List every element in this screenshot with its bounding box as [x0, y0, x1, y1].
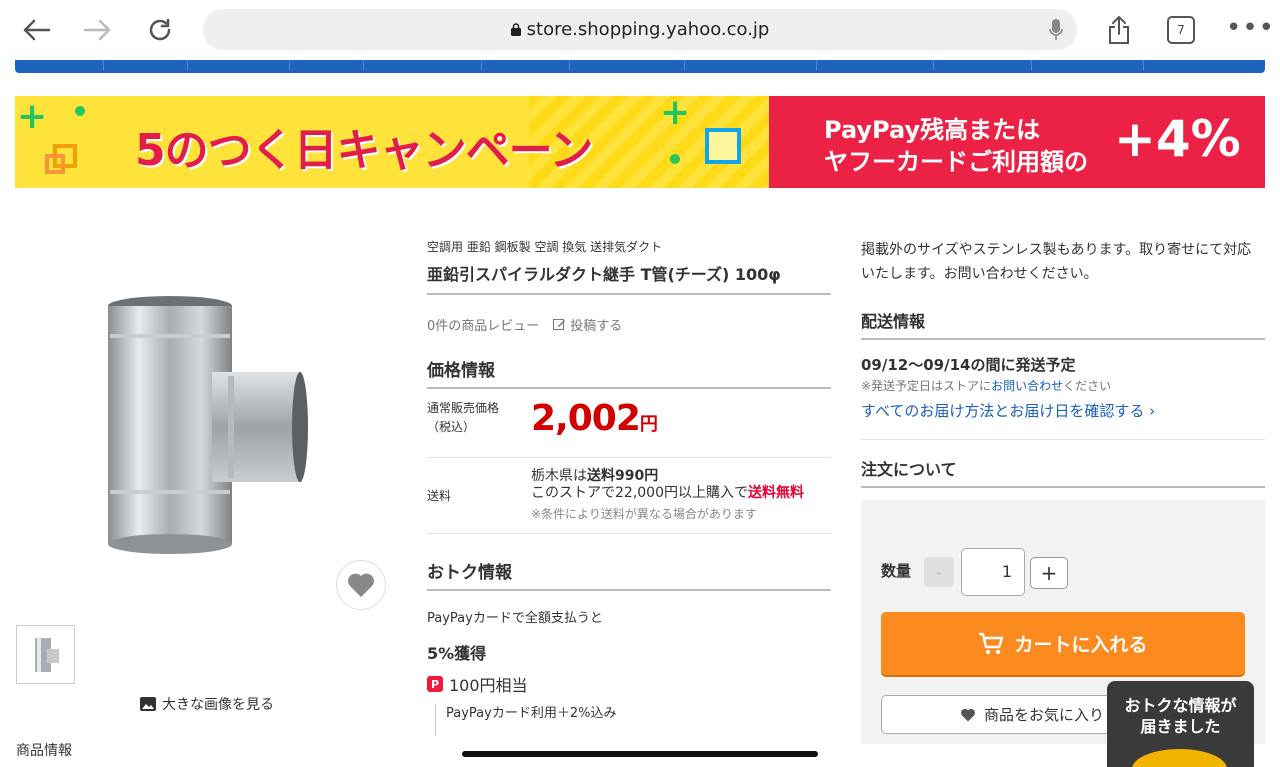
- product-thumbnail[interactable]: [16, 625, 75, 684]
- reload-icon[interactable]: [142, 12, 178, 48]
- quantity-input[interactable]: 1: [961, 548, 1025, 596]
- paypay-breakdown: PayPayカード利用＋2%込み: [435, 704, 831, 736]
- product-category-path: 空調用 亜鉛 鋼板製 空調 換気 送排気ダクト: [427, 240, 663, 254]
- plus-deco-icon: +: [660, 96, 691, 133]
- shipping-fee: 送料990円: [587, 468, 659, 484]
- ship-date-note: ※発送予定日はストアにお問い合わせください: [861, 377, 1265, 394]
- add-to-cart-button[interactable]: カートに入れる: [881, 612, 1245, 675]
- banner-paypay-line2: ヤフーカードご利用額の: [824, 148, 1088, 176]
- price-label-line2: （税込）: [427, 420, 476, 434]
- shipping-row: 送料 栃木県は送料990円 このストアで22,000円以上購入で送料無料 ※条件…: [427, 458, 831, 534]
- shipping-note: ※条件により送料が異なる場合があります: [531, 507, 757, 521]
- delivery-methods-label: すべてのお届け方法とお届け日を確認する: [861, 402, 1145, 420]
- review-row: 0件の商品レビュー 投稿する: [427, 315, 831, 334]
- price-amount: 2,002: [531, 398, 641, 439]
- image-icon: [140, 697, 156, 711]
- view-large-label: 大きな画像を見る: [162, 697, 274, 713]
- free-shipping-condition: このストアで22,000円以上購入で: [531, 485, 748, 501]
- product-info-column: 空調用 亜鉛 鋼板製 空調 換気 送排気ダクト 亜鉛引スパイラルダクト継手 T管…: [427, 238, 831, 736]
- banner-right: PayPay残高または ヤフーカードご利用額の +4%: [769, 96, 1265, 188]
- favorite-heart-button[interactable]: [336, 560, 386, 610]
- square-deco-icon: [705, 128, 741, 164]
- chevron-right-icon: ›: [1149, 402, 1156, 420]
- share-icon[interactable]: [1101, 12, 1137, 48]
- browser-toolbar: store.shopping.yahoo.co.jp 7 •••: [0, 0, 1280, 60]
- ship-note-prefix: ※発送予定日はストアに: [861, 379, 992, 393]
- price-label: 通常販売価格 （税込）: [427, 399, 531, 445]
- price-value: 2,002円: [531, 398, 658, 445]
- store-notice: 掲載外のサイズやステンレス製もあります。取り寄せにて対応いたします。お問い合わせ…: [861, 242, 1252, 282]
- shipping-body: 栃木県は送料990円 このストアで22,000円以上購入で送料無料 ※条件により…: [531, 468, 804, 523]
- cart-icon: [979, 632, 1004, 654]
- square-deco-icon: [45, 154, 65, 174]
- campaign-banner[interactable]: + + 5のつく日キャンペーン PayPay残高または ヤフーカードご利用額の …: [15, 96, 1265, 188]
- heart-icon: [348, 573, 374, 597]
- price-label-line1: 通常販売価格: [427, 401, 500, 415]
- notification-line2: 届きました: [1140, 717, 1221, 736]
- shipping-label: 送料: [427, 489, 452, 503]
- lock-icon: [510, 23, 521, 36]
- banner-paypay-line1: PayPay残高または: [824, 116, 1041, 144]
- url-bar[interactable]: store.shopping.yahoo.co.jp: [203, 9, 1077, 50]
- site-nav-strip: [15, 60, 1265, 73]
- plus-deco-icon: +: [17, 96, 48, 137]
- points-yen-row: P 100円相当: [427, 672, 831, 696]
- ship-note-suffix: ください: [1063, 379, 1112, 393]
- order-section-title: 注文について: [861, 456, 1265, 488]
- review-count-link[interactable]: 0件の商品レビュー: [427, 315, 539, 334]
- banner-left: + + 5のつく日キャンペーン: [15, 96, 769, 188]
- quantity-decrease-button[interactable]: -: [924, 557, 954, 587]
- banner-percent: +4%: [1114, 110, 1241, 168]
- paypay-card-text: PayPayカードで全額支払うと: [427, 611, 603, 626]
- product-title: 亜鉛引スパイラルダクト継手 T管(チーズ) 100φ: [427, 261, 831, 295]
- more-icon[interactable]: •••: [1226, 15, 1275, 41]
- back-icon[interactable]: [18, 12, 54, 48]
- add-to-cart-label: カートに入れる: [1014, 634, 1148, 656]
- home-indicator[interactable]: [462, 751, 818, 757]
- deals-notification-popup[interactable]: おトクな情報が 届きました: [1107, 681, 1254, 767]
- ship-date: 09/12〜09/14の間に発送予定: [861, 356, 1076, 374]
- product-image[interactable]: [100, 290, 320, 560]
- price-unit: 円: [639, 414, 658, 435]
- price-row: 通常販売価格 （税込） 2,002円: [427, 389, 831, 458]
- heart-icon: [961, 708, 975, 721]
- view-large-image-link[interactable]: 大きな画像を見る: [140, 694, 274, 714]
- cut-off-heading: 商品情報: [16, 743, 72, 759]
- points-yen: 100円相当: [449, 676, 528, 695]
- mascot-icon: [1132, 749, 1227, 767]
- tabs-button[interactable]: 7: [1167, 16, 1195, 44]
- order-column: 掲載外のサイズやステンレス製もあります。取り寄せにて対応いたします。お問い合わせ…: [861, 238, 1265, 744]
- banner-title: 5のつく日キャンペーン: [135, 125, 593, 176]
- contact-store-link[interactable]: お問い合わせ: [991, 379, 1063, 393]
- quantity-increase-button[interactable]: +: [1030, 557, 1068, 589]
- free-shipping-badge: 送料無料: [748, 485, 804, 501]
- price-section-title: 価格情報: [427, 356, 831, 389]
- post-review-label: 投稿する: [570, 319, 623, 334]
- quantity-label: 数量: [881, 562, 912, 580]
- post-review-link[interactable]: 投稿する: [553, 315, 622, 334]
- notification-line1: おトクな情報が: [1124, 696, 1237, 715]
- points-percent: 5%獲得: [427, 644, 487, 663]
- dot-deco-icon: [670, 154, 680, 164]
- url-text: store.shopping.yahoo.co.jp: [526, 19, 770, 40]
- microphone-icon[interactable]: [1049, 19, 1063, 46]
- delivery-methods-link[interactable]: すべてのお届け方法とお届け日を確認する ›: [861, 400, 1265, 440]
- add-to-favorites-label: 商品をお気に入り: [984, 706, 1105, 724]
- delivery-section-title: 配送情報: [861, 308, 1265, 340]
- paypay-icon: P: [427, 676, 443, 692]
- dot-deco-icon: [75, 106, 85, 116]
- deals-section-title: おトク情報: [427, 558, 831, 591]
- shipping-region: 栃木県は: [531, 468, 587, 484]
- edit-icon: [553, 319, 566, 330]
- forward-icon[interactable]: [80, 12, 116, 48]
